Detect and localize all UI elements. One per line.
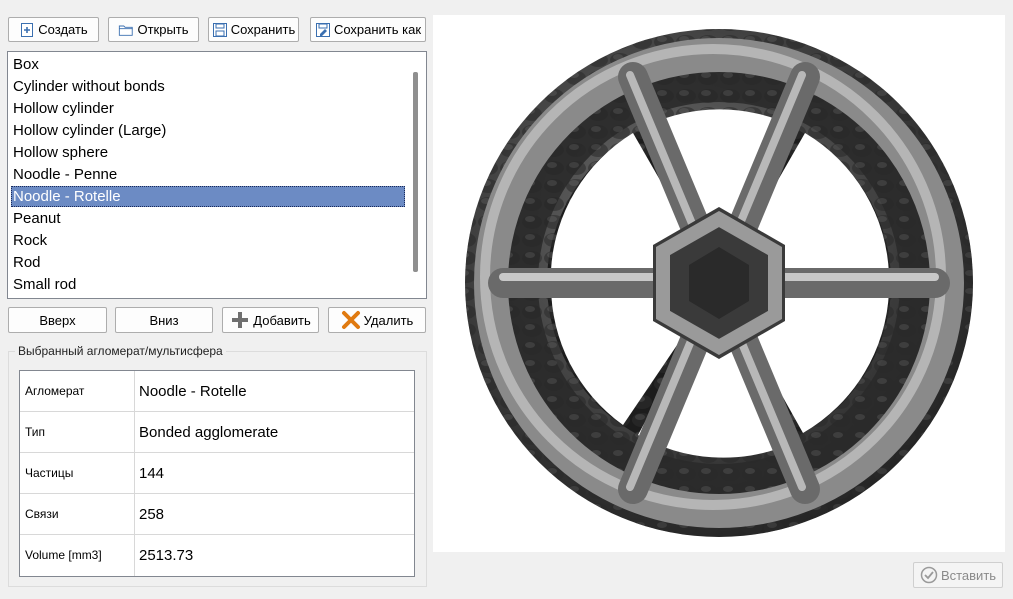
property-value: Bonded agglomerate [135, 412, 414, 453]
property-key: Агломерат [20, 371, 135, 412]
save-label: Сохранить [230, 22, 296, 37]
add-label: Добавить [253, 312, 311, 328]
table-row: Частицы 144 [20, 453, 414, 494]
move-down-button[interactable]: Вниз [115, 307, 213, 333]
list-item[interactable]: Rod [11, 252, 405, 273]
property-value: 144 [135, 453, 414, 494]
insert-button[interactable]: Вставить [913, 562, 1003, 588]
list-item-selected[interactable]: Noodle - Rotelle [11, 186, 405, 207]
floppy-disk-icon [212, 22, 228, 38]
open-label: Открыть [137, 22, 189, 37]
open-button[interactable]: Открыть [108, 17, 199, 42]
properties-table: Агломерат Noodle - Rotelle Тип Bonded ag… [19, 370, 415, 577]
table-row: Тип Bonded agglomerate [20, 412, 414, 453]
x-icon [341, 310, 361, 330]
delete-button[interactable]: Удалить [328, 307, 426, 333]
table-row: Volume [mm3] 2513.73 [20, 535, 414, 576]
move-down-label: Вниз [149, 312, 179, 328]
property-key: Тип [20, 412, 135, 453]
check-circle-icon [920, 566, 938, 584]
rotelle-model-render [465, 29, 973, 537]
folder-icon [118, 22, 134, 38]
save-as-label: Сохранить как [333, 22, 422, 37]
create-label: Создать [38, 22, 88, 37]
save-button[interactable]: Сохранить [208, 17, 299, 42]
list-item[interactable]: Cylinder without bonds [11, 76, 405, 97]
list-item[interactable]: Hollow sphere [11, 142, 405, 163]
save-as-button[interactable]: Сохранить как [310, 17, 426, 42]
move-up-button[interactable]: Вверх [8, 307, 107, 333]
list-item[interactable]: Noodle - Penne [11, 164, 405, 185]
plus-icon [230, 310, 250, 330]
list-item[interactable]: Peanut [11, 208, 405, 229]
new-file-icon [19, 22, 35, 38]
table-row: Агломерат Noodle - Rotelle [20, 371, 414, 412]
list-item[interactable]: Hollow cylinder (Large) [11, 120, 405, 141]
3d-viewport[interactable] [433, 15, 1005, 552]
insert-label: Вставить [940, 567, 997, 583]
delete-label: Удалить [363, 312, 414, 328]
list-item[interactable]: Rock [11, 230, 405, 251]
list-item[interactable]: Small rod [11, 274, 405, 295]
property-key: Volume [mm3] [20, 535, 135, 576]
property-value: 2513.73 [139, 547, 194, 564]
table-row: Связи 258 [20, 494, 414, 535]
list-scrollbar[interactable] [413, 72, 418, 272]
group-title: Выбранный агломерат/мультисфера [15, 344, 226, 358]
list-item[interactable]: Hollow cylinder [11, 98, 405, 119]
property-value: 258 [135, 494, 414, 535]
property-key: Частицы [20, 453, 135, 494]
property-key: Связи [20, 494, 135, 535]
add-button[interactable]: Добавить [222, 307, 319, 333]
list-item[interactable]: Box [11, 54, 405, 75]
create-button[interactable]: Создать [8, 17, 99, 42]
agglomerate-list[interactable]: Box Cylinder without bonds Hollow cylind… [7, 51, 427, 299]
move-up-label: Вверх [39, 312, 76, 328]
property-value: Noodle - Rotelle [135, 371, 414, 412]
save-as-icon [315, 22, 331, 38]
